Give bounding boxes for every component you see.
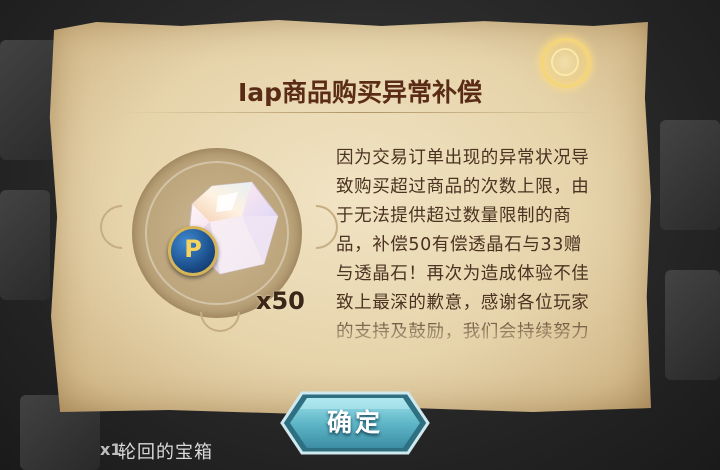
background-tile — [660, 120, 720, 230]
confirm-button-label: 确定 — [326, 408, 383, 437]
confirm-button[interactable]: 确定 — [270, 385, 440, 461]
background-tile — [665, 270, 720, 380]
title-divider — [120, 112, 600, 113]
dialog-title: Iap商品购买异常补偿 — [237, 78, 483, 107]
background-item-name: 轮回的宝箱 — [118, 442, 213, 463]
reward-quantity: x50 — [256, 287, 305, 315]
description-scroll-area[interactable]: 因为交易订单出现的异常状况导致购买超过商品的次数上限，由于无法提供超过数量限制的… — [336, 144, 598, 348]
background-tile — [0, 190, 50, 300]
p-currency-badge-icon: P — [168, 226, 218, 276]
dialog-description: 因为交易订单出现的异常状况导致购买超过商品的次数上限，由于无法提供超过数量限制的… — [336, 148, 590, 342]
